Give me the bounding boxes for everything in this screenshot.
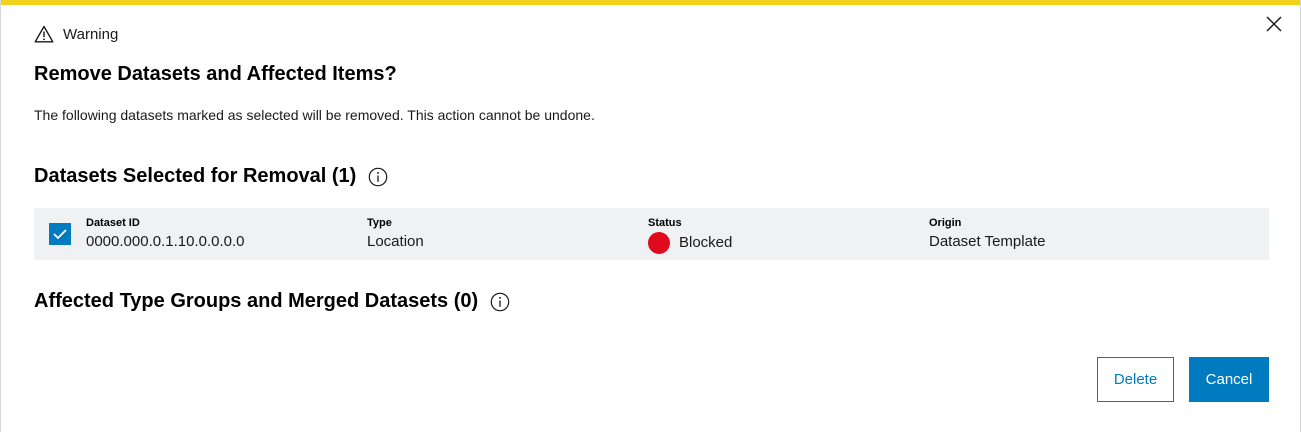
checkmark-icon: [53, 229, 67, 240]
warning-label: Warning: [63, 25, 119, 43]
dataset-id-label: Dataset ID: [86, 217, 140, 229]
table-row[interactable]: Dataset ID 0000.000.0.1.10.0.0.0.0 Type …: [34, 208, 1269, 260]
status-text: Blocked: [679, 234, 733, 251]
type-value: Location: [367, 233, 424, 250]
delete-button[interactable]: Delete: [1097, 357, 1174, 402]
info-icon[interactable]: [490, 292, 510, 312]
origin-cell: Origin Dataset Template: [929, 217, 1045, 252]
warning-triangle-icon: [34, 25, 54, 43]
affected-items-heading-text: Affected Type Groups and Merged Datasets…: [34, 290, 479, 312]
type-label: Type: [367, 217, 392, 229]
origin-label: Origin: [929, 217, 962, 229]
selected-datasets-heading: Datasets Selected for Removal (1): [34, 165, 388, 188]
origin-value: Dataset Template: [929, 233, 1046, 250]
info-icon[interactable]: [368, 167, 388, 187]
dataset-id-cell: Dataset ID 0000.000.0.1.10.0.0.0.0: [86, 217, 244, 252]
type-cell: Type Location: [367, 217, 424, 252]
dialog-title: Remove Datasets and Affected Items?: [34, 63, 397, 85]
warning-header: Warning: [34, 24, 118, 44]
row-checkbox[interactable]: [49, 223, 71, 245]
status-cell: Status Blocked: [648, 217, 732, 254]
selected-datasets-heading-text: Datasets Selected for Removal (1): [34, 165, 357, 187]
status-blocked-dot-icon: [648, 232, 670, 254]
affected-items-heading: Affected Type Groups and Merged Datasets…: [34, 290, 510, 313]
remove-datasets-dialog: Warning Remove Datasets and Affected Ite…: [0, 0, 1301, 432]
status-label: Status: [648, 217, 682, 229]
status-value: Blocked: [648, 232, 732, 254]
close-icon: [1266, 16, 1282, 32]
warning-strip: [1, 0, 1300, 5]
dialog-description: The following datasets marked as selecte…: [34, 107, 595, 123]
cancel-button[interactable]: Cancel: [1189, 357, 1269, 402]
dataset-id-value: 0000.000.0.1.10.0.0.0.0: [86, 233, 245, 250]
close-button[interactable]: [1265, 15, 1283, 33]
